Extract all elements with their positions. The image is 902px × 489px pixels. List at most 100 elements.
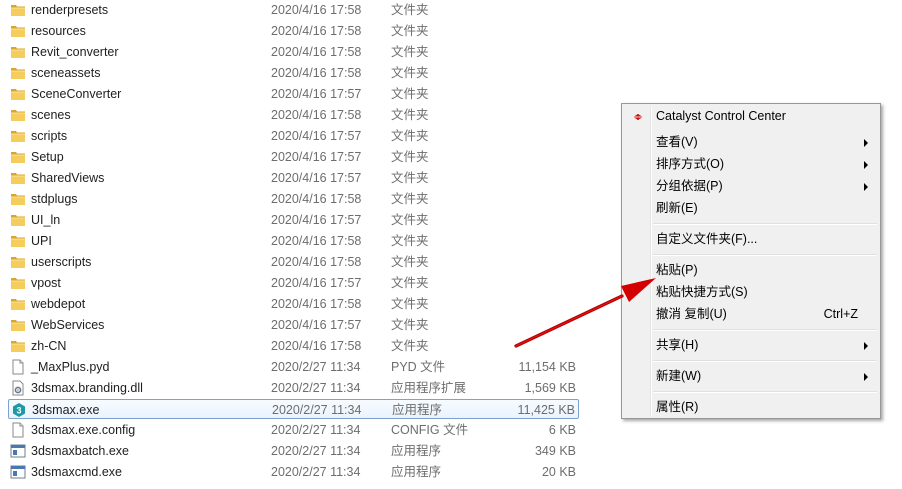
folder-icon	[10, 23, 26, 39]
file-size: 11,154 KB	[518, 360, 576, 374]
file-date-modified: 2020/4/16 17:57	[271, 318, 362, 332]
menu-separator	[653, 223, 877, 225]
folder-icon	[10, 338, 26, 354]
file-row[interactable]: stdplugs 2020/4/16 17:58 文件夹	[8, 189, 579, 209]
file-row[interactable]: resources 2020/4/16 17:58 文件夹	[8, 21, 579, 41]
file-row[interactable]: SharedViews 2020/4/16 17:57 文件夹	[8, 168, 579, 188]
file-date-modified: 2020/4/16 17:58	[271, 234, 362, 248]
menu-item[interactable]: 撤消 复制(U) Ctrl+Z	[624, 304, 878, 325]
folder-icon	[10, 317, 26, 333]
file-type: 文件夹	[391, 171, 429, 185]
file-row[interactable]: scenes 2020/4/16 17:58 文件夹	[8, 105, 579, 125]
file-date-modified: 2020/4/16 17:58	[271, 66, 362, 80]
menu-separator	[653, 360, 877, 362]
menu-item[interactable]: 粘贴(P)	[624, 260, 878, 281]
menu-item[interactable]: 排序方式(O)	[624, 154, 878, 175]
file-size: 349 KB	[534, 444, 576, 458]
file-date-modified: 2020/2/27 11:34	[272, 403, 362, 417]
file-row[interactable]: renderpresets 2020/4/16 17:58 文件夹	[8, 0, 579, 20]
file-name: renderpresets	[31, 3, 109, 17]
file-row[interactable]: webdepot 2020/4/16 17:58 文件夹	[8, 294, 579, 314]
file-type: 文件夹	[391, 3, 429, 17]
file-name: Setup	[31, 150, 64, 164]
file-size: 6 KB	[548, 423, 576, 437]
file-row[interactable]: Setup 2020/4/16 17:57 文件夹	[8, 147, 579, 167]
menu-item[interactable]: 查看(V)	[624, 132, 878, 153]
file-date-modified: 2020/4/16 17:57	[271, 171, 362, 185]
menu-item[interactable]: Catalyst Control Center	[624, 106, 878, 127]
file-row[interactable]: vpost 2020/4/16 17:57 文件夹	[8, 273, 579, 293]
file-type: 文件夹	[391, 24, 429, 38]
file-type: 文件夹	[391, 234, 429, 248]
file-name: WebServices	[31, 318, 105, 332]
file-row[interactable]: 3dsmaxcmd.exe 2020/2/27 11:34 应用程序 20 KB	[8, 462, 579, 482]
file-name: SharedViews	[31, 171, 105, 185]
menu-item[interactable]: 新建(W)	[624, 366, 878, 387]
file-row[interactable]: 3dsmaxbatch.exe 2020/2/27 11:34 应用程序 349 KB	[8, 441, 579, 461]
folder-icon	[10, 296, 26, 312]
file-date-modified: 2020/4/16 17:57	[271, 150, 362, 164]
file-date-modified: 2020/4/16 17:58	[271, 297, 362, 311]
file-row[interactable]: WebServices 2020/4/16 17:57 文件夹	[8, 315, 579, 335]
menu-item[interactable]: 粘贴快捷方式(S)	[624, 282, 878, 303]
file-size: 11,425 KB	[517, 403, 575, 417]
file-row[interactable]: sceneassets 2020/4/16 17:58 文件夹	[8, 63, 579, 83]
file-row[interactable]: Revit_converter 2020/4/16 17:58 文件夹	[8, 42, 579, 62]
file-row[interactable]: SceneConverter 2020/4/16 17:57 文件夹	[8, 84, 579, 104]
file-type: CONFIG 文件	[391, 423, 469, 437]
menu-item[interactable]: 分组依据(P)	[624, 176, 878, 197]
file-name: 3dsmax.branding.dll	[31, 381, 143, 395]
folder-icon	[10, 191, 26, 207]
file-row[interactable]: 3dsmax.branding.dll 2020/2/27 11:34 应用程序扩展…	[8, 378, 579, 398]
menu-item-label: 粘贴快捷方式(S)	[656, 285, 748, 299]
menu-item[interactable]: 属性(R)	[624, 397, 878, 418]
file-row[interactable]: UI_ln 2020/4/16 17:57 文件夹	[8, 210, 579, 230]
file-row[interactable]: _MaxPlus.pyd 2020/2/27 11:34 PYD 文件 11,154 …	[8, 357, 579, 377]
file-date-modified: 2020/4/16 17:58	[271, 45, 362, 59]
file-type: 文件夹	[391, 276, 429, 290]
menu-separator	[653, 329, 877, 331]
file-row[interactable]: userscripts 2020/4/16 17:58 文件夹	[8, 252, 579, 272]
file-date-modified: 2020/4/16 17:58	[271, 192, 362, 206]
file-type: 文件夹	[391, 339, 429, 353]
file-type: 应用程序扩展	[391, 381, 467, 395]
menu-item-label: 共享(H)	[656, 338, 699, 352]
menu-item[interactable]: 刷新(E)	[624, 198, 878, 219]
menu-item-label: Catalyst Control Center	[656, 109, 786, 123]
folder-icon	[10, 275, 26, 291]
menu-item-label: 分组依据(P)	[656, 179, 723, 193]
file-name: _MaxPlus.pyd	[31, 360, 110, 374]
file-date-modified: 2020/2/27 11:34	[271, 423, 361, 437]
submenu-arrow-icon	[864, 342, 868, 350]
file-date-modified: 2020/4/16 17:58	[271, 3, 362, 17]
menu-item-shortcut: Ctrl+Z	[823, 307, 858, 321]
file-date-modified: 2020/4/16 17:58	[271, 108, 362, 122]
folder-icon	[10, 107, 26, 123]
file-type: 文件夹	[391, 192, 429, 206]
file-type: 应用程序	[392, 403, 443, 417]
file-date-modified: 2020/4/16 17:57	[271, 129, 362, 143]
file-row[interactable]: 3 3dsmax.exe 2020/2/27 11:34 应用程序 11,425 KB	[8, 399, 579, 419]
file-type: 文件夹	[391, 87, 429, 101]
file-date-modified: 2020/4/16 17:57	[271, 87, 362, 101]
file-row[interactable]: scripts 2020/4/16 17:57 文件夹	[8, 126, 579, 146]
file-name: UPI	[31, 234, 52, 248]
folder-icon	[10, 170, 26, 186]
file-type: 文件夹	[391, 255, 429, 269]
dll-gear-icon	[10, 380, 26, 396]
submenu-arrow-icon	[864, 183, 868, 191]
menu-item[interactable]: 共享(H)	[624, 335, 878, 356]
menu-item[interactable]: 自定义文件夹(F)...	[624, 229, 878, 250]
file-row[interactable]: UPI 2020/4/16 17:58 文件夹	[8, 231, 579, 251]
file-name: sceneassets	[31, 66, 101, 80]
submenu-arrow-icon	[864, 373, 868, 381]
file-name: webdepot	[31, 297, 86, 311]
svg-text:3: 3	[16, 406, 21, 416]
file-type: PYD 文件	[391, 360, 446, 374]
file-row[interactable]: zh-CN 2020/4/16 17:58 文件夹	[8, 336, 579, 356]
menu-item-label: 新建(W)	[656, 369, 702, 383]
file-date-modified: 2020/2/27 11:34	[271, 465, 361, 479]
file-name: scenes	[31, 108, 71, 122]
context-menu: Catalyst Control Center 查看(V) 排序方式(O) 分组依据(…	[621, 103, 881, 419]
file-row[interactable]: 3dsmax.exe.config 2020/2/27 11:34 CONFIG 文…	[8, 420, 579, 440]
